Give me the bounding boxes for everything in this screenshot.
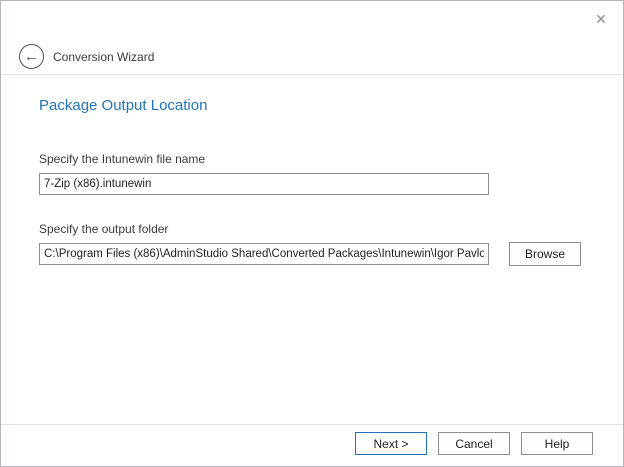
back-arrow-icon[interactable]: ← — [19, 44, 44, 69]
help-button[interactable]: Help — [521, 432, 593, 455]
browse-button[interactable]: Browse — [509, 242, 581, 266]
wizard-header: ← Conversion Wizard — [1, 1, 623, 75]
output-folder-input[interactable] — [39, 243, 489, 265]
file-name-label: Specify the Intunewin file name — [39, 152, 205, 166]
footer-divider — [1, 424, 623, 425]
cancel-button[interactable]: Cancel — [438, 432, 510, 455]
page-title: Package Output Location — [39, 97, 207, 114]
next-button[interactable]: Next > — [355, 432, 427, 455]
file-name-input[interactable] — [39, 173, 489, 195]
output-folder-label: Specify the output folder — [39, 222, 168, 236]
conversion-wizard-dialog: ✕ ← Conversion Wizard Package Output Loc… — [0, 0, 624, 467]
wizard-title: Conversion Wizard — [53, 50, 154, 64]
footer-buttons: Next > Cancel Help — [355, 432, 593, 455]
